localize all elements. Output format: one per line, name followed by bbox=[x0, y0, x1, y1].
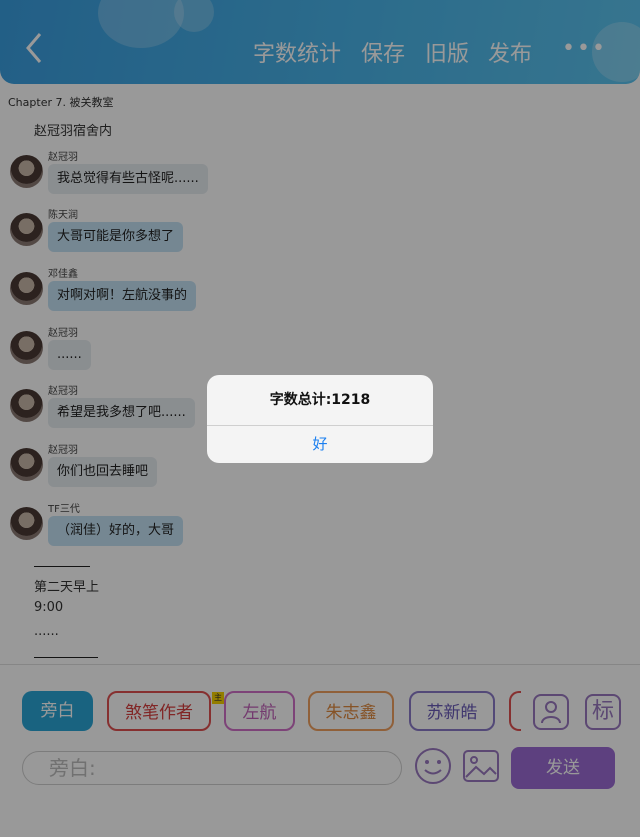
dialog-title: 字数总计:1218 bbox=[269, 392, 371, 408]
ok-button[interactable]: 好 bbox=[207, 426, 433, 463]
word-count-dialog: 字数总计:1218 好 bbox=[207, 375, 433, 463]
